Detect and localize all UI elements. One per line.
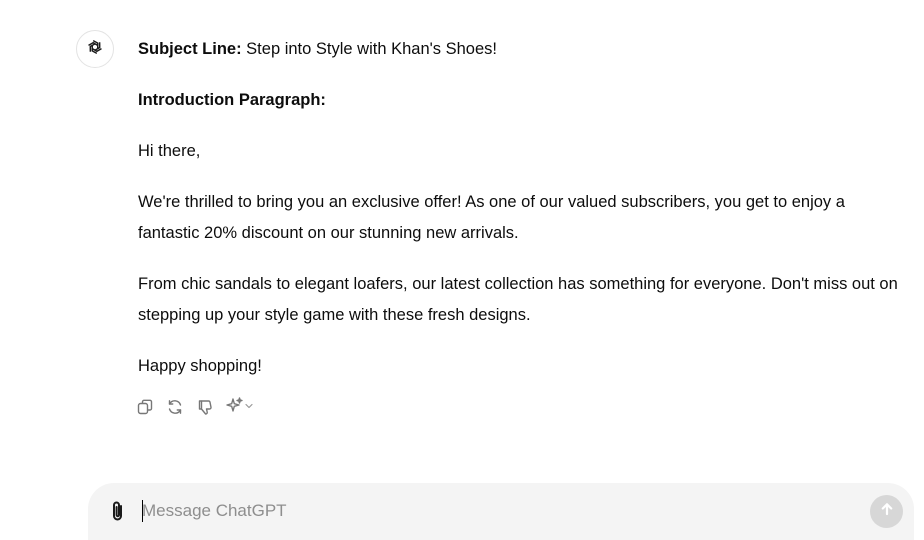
- sparkle-model-icon: [226, 396, 244, 419]
- subject-label: Subject Line:: [138, 40, 242, 58]
- openai-logo-icon: [84, 36, 106, 63]
- greeting: Hi there,: [138, 142, 201, 160]
- paperclip-icon[interactable]: [106, 499, 130, 525]
- paragraph-offer: We're thrilled to bring you an exclusive…: [138, 193, 845, 242]
- message-composer: [88, 483, 914, 540]
- chevron-down-icon: [244, 398, 254, 416]
- subject-line: Subject Line: Step into Style with Khan'…: [138, 34, 910, 65]
- arrow-up-icon: [879, 501, 895, 522]
- intro-label: Introduction Paragraph:: [138, 91, 326, 109]
- model-switch[interactable]: [226, 396, 254, 419]
- subject-text: Step into Style with Khan's Shoes!: [241, 40, 497, 58]
- copy-icon[interactable]: [136, 398, 154, 416]
- paragraph-collection: From chic sandals to elegant loafers, ou…: [138, 275, 898, 324]
- closing: Happy shopping!: [138, 357, 262, 375]
- thumbs-down-icon[interactable]: [196, 398, 214, 416]
- assistant-message: Subject Line: Step into Style with Khan'…: [138, 34, 910, 402]
- message-actions: [136, 396, 254, 418]
- regenerate-icon[interactable]: [166, 398, 184, 416]
- message-input[interactable]: [142, 498, 842, 524]
- send-button[interactable]: [870, 495, 903, 528]
- assistant-avatar: [76, 30, 114, 68]
- intro-heading: Introduction Paragraph:: [138, 85, 910, 116]
